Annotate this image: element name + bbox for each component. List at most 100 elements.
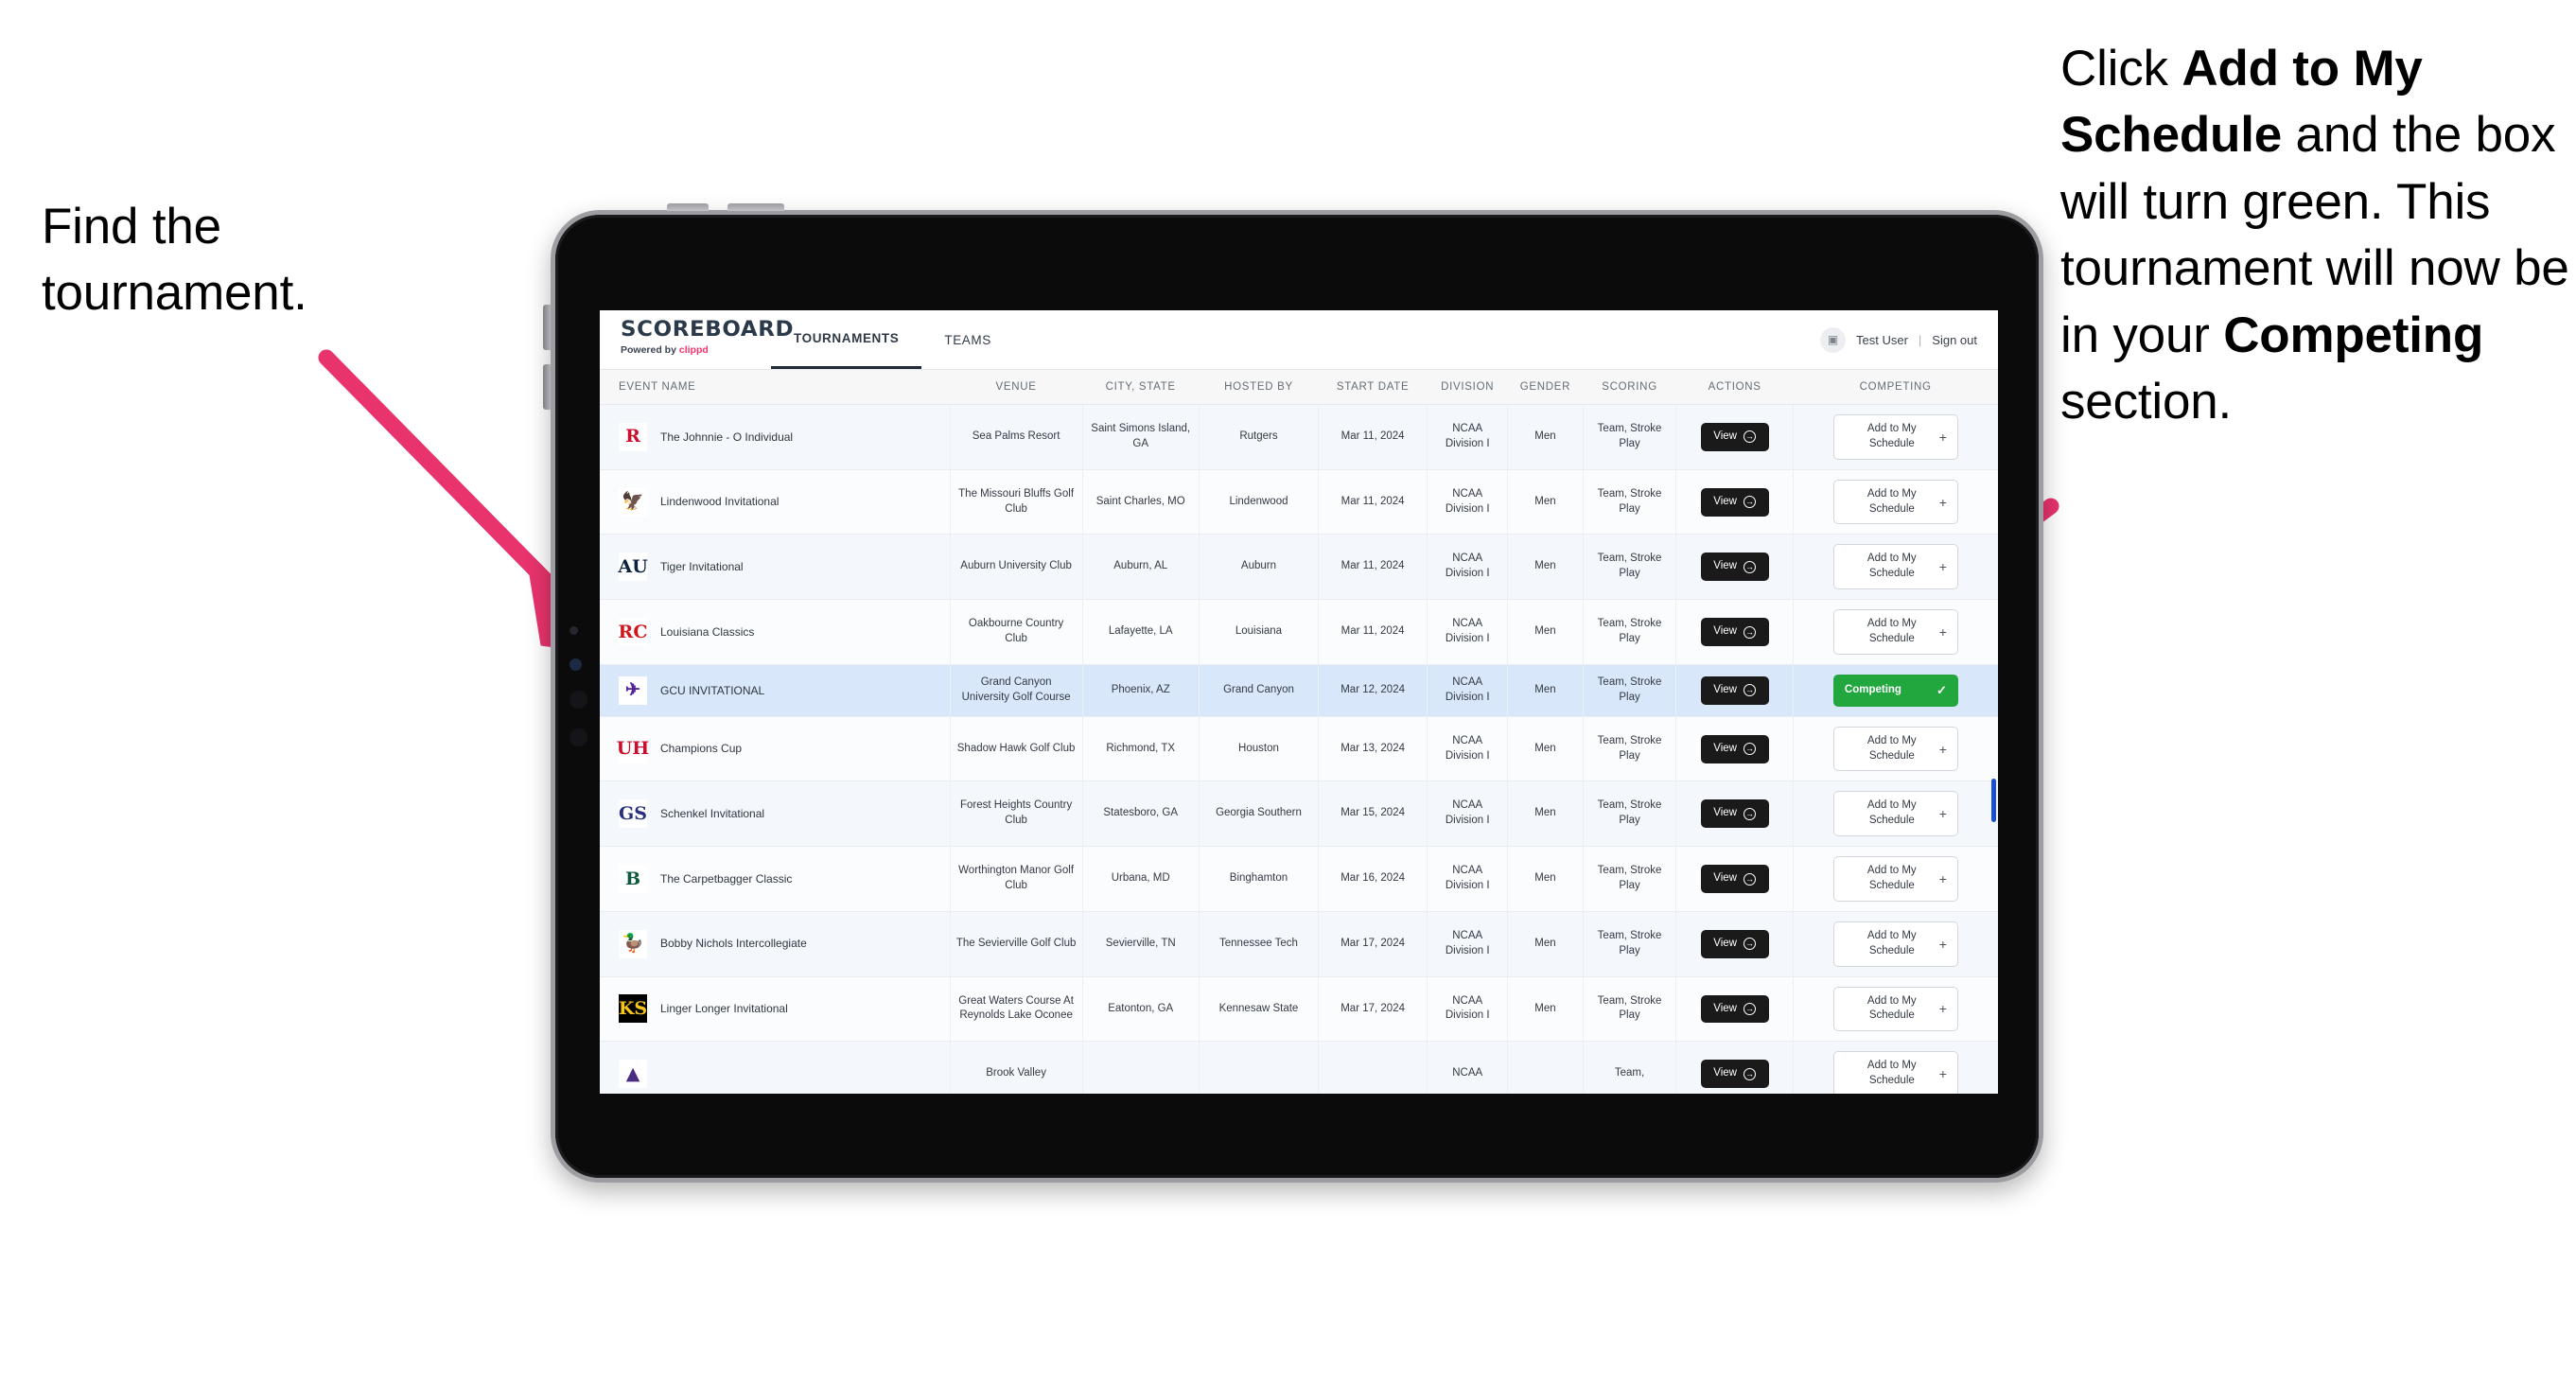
plus-icon: + — [1938, 1001, 1947, 1017]
arrow-right-circle-icon: → — [1743, 1002, 1756, 1015]
col-scoring[interactable]: SCORING — [1583, 370, 1676, 405]
view-button[interactable]: View → — [1700, 553, 1769, 582]
tablet-volume-down-button[interactable] — [543, 364, 551, 410]
table-row[interactable]: GS Schenkel Invitational Forest Heights Co… — [600, 781, 1998, 848]
table-row[interactable]: R The Johnnie - O Individual Sea Palms Res… — [600, 404, 1998, 470]
cell-competing: Add to My Schedule + — [1793, 846, 1998, 912]
view-button-label: View — [1713, 807, 1737, 819]
table-header-row: EVENT NAME VENUE CITY, STATE HOSTED BY S… — [600, 370, 1998, 405]
table-row[interactable]: KS Linger Longer Invitational Great Waters… — [600, 976, 1998, 1043]
cell-scoring: Team, Stroke Play — [1583, 404, 1677, 470]
add-to-my-schedule-label: Add to My Schedule — [1866, 929, 1917, 956]
cell-venue: Auburn University Club — [950, 534, 1083, 601]
cell-event-name: R The Johnnie - O Individual — [600, 404, 951, 470]
cell-start-date: Mar 11, 2024 — [1318, 599, 1428, 665]
add-to-my-schedule-button[interactable]: Add to My Schedule + — [1832, 414, 1958, 460]
table-row[interactable]: ✈ GCU INVITATIONAL Grand Canyon University… — [600, 664, 1998, 717]
col-start-date[interactable]: START DATE — [1318, 370, 1428, 405]
view-button-label: View — [1713, 1002, 1737, 1014]
cell-event-name: B The Carpetbagger Classic — [600, 846, 951, 912]
tournaments-table-container[interactable]: EVENT NAME VENUE CITY, STATE HOSTED BY S… — [600, 370, 1998, 1094]
cell-city-state: Sevierville, TN — [1082, 911, 1200, 977]
cell-actions: View → — [1675, 599, 1794, 665]
cell-venue: Great Waters Course At Reynolds Lake Oco… — [950, 976, 1083, 1043]
cell-division: NCAA Division I — [1427, 599, 1509, 665]
brand-logo[interactable]: SCOREBOARD Powered by clippd — [600, 310, 794, 369]
col-gender[interactable]: GENDER — [1507, 370, 1584, 405]
cell-hosted-by: Tennessee Tech — [1199, 911, 1320, 977]
cell-event-name: GS Schenkel Invitational — [600, 781, 951, 848]
col-division[interactable]: DIVISION — [1427, 370, 1508, 405]
cell-hosted-by: Louisiana — [1199, 599, 1320, 665]
view-button[interactable]: View → — [1700, 618, 1769, 646]
add-to-my-schedule-button[interactable]: Add to My Schedule + — [1832, 856, 1958, 902]
view-button[interactable]: View → — [1700, 734, 1769, 763]
add-to-my-schedule-button[interactable]: Add to My Schedule + — [1832, 726, 1958, 772]
cell-division: NCAA Division I — [1427, 469, 1509, 535]
view-button[interactable]: View → — [1700, 994, 1769, 1024]
add-to-my-schedule-label: Add to My Schedule — [1866, 865, 1917, 892]
view-button[interactable]: View → — [1700, 422, 1769, 451]
sign-out-link[interactable]: Sign out — [1932, 333, 1977, 347]
add-to-my-schedule-button[interactable]: Add to My Schedule + — [1832, 791, 1958, 837]
cell-actions: View → — [1675, 976, 1794, 1043]
competing-badge[interactable]: Competing ✓ — [1832, 674, 1958, 707]
view-button[interactable]: View → — [1700, 865, 1769, 893]
avatar[interactable]: ▣ — [1820, 326, 1846, 353]
col-venue[interactable]: VENUE — [950, 370, 1083, 405]
tab-teams[interactable]: TEAMS — [921, 310, 1014, 369]
table-row[interactable]: 🦅 Lindenwood Invitational The Missouri Blu… — [600, 469, 1998, 535]
plus-icon: + — [1938, 624, 1947, 640]
vertical-scrollbar-thumb[interactable] — [1991, 779, 1996, 822]
view-button-label: View — [1713, 937, 1737, 949]
team-logo-icon: GS — [619, 799, 647, 829]
table-row[interactable]: UH Champions Cup Shadow Hawk Golf Club Rich… — [600, 716, 1998, 782]
team-logo-icon: ✈ — [619, 675, 647, 705]
col-event-name[interactable]: EVENT NAME — [600, 370, 951, 405]
user-name[interactable]: Test User — [1856, 333, 1908, 347]
view-button[interactable]: View → — [1700, 675, 1769, 705]
table-row[interactable]: AU Tiger Invitational Auburn University Cl… — [600, 534, 1998, 601]
col-city-state[interactable]: CITY, STATE — [1082, 370, 1200, 405]
cell-venue: Shadow Hawk Golf Club — [950, 716, 1083, 782]
event-name-label: Louisiana Classics — [660, 624, 755, 639]
col-actions[interactable]: ACTIONS — [1675, 370, 1794, 405]
tablet-camera-icon — [570, 658, 582, 671]
cell-scoring: Team, Stroke Play — [1583, 911, 1677, 977]
tablet-lens-1-icon — [570, 691, 587, 709]
col-hosted-by[interactable]: HOSTED BY — [1199, 370, 1319, 405]
cell-scoring: Team, Stroke Play — [1583, 976, 1677, 1043]
cell-gender: Men — [1507, 846, 1584, 912]
add-to-my-schedule-button[interactable]: Add to My Schedule + — [1832, 544, 1958, 590]
col-competing[interactable]: COMPETING — [1793, 370, 1998, 405]
cell-start-date: Mar 11, 2024 — [1318, 534, 1428, 601]
table-row[interactable]: 🦆 Bobby Nichols Intercollegiate The Sevier… — [600, 911, 1998, 977]
view-button[interactable]: View → — [1700, 799, 1769, 829]
table-row[interactable]: RC Louisiana Classics Oakbourne Country Cl… — [600, 599, 1998, 665]
table-row[interactable]: B The Carpetbagger Classic Worthington Man… — [600, 846, 1998, 912]
cell-gender: Men — [1507, 976, 1584, 1043]
cell-gender: Men — [1507, 716, 1584, 782]
tablet-volume-up-button[interactable] — [543, 305, 551, 350]
table-row[interactable]: ▲ Brook Valley NCAA Team, View → Add to My Sch… — [600, 1041, 1998, 1094]
view-button[interactable]: View → — [1700, 1060, 1769, 1089]
cell-competing: Add to My Schedule + — [1793, 469, 1998, 535]
plus-icon: + — [1938, 806, 1947, 822]
cell-venue: Grand Canyon University Golf Course — [950, 664, 1083, 717]
tablet-button-top-1[interactable] — [667, 203, 709, 211]
add-to-my-schedule-button[interactable]: Add to My Schedule + — [1832, 921, 1958, 967]
cell-division: NCAA Division I — [1427, 404, 1509, 470]
tablet-sensor-icon — [570, 626, 578, 635]
add-to-my-schedule-button[interactable]: Add to My Schedule + — [1832, 986, 1958, 1032]
add-to-my-schedule-button[interactable]: Add to My Schedule + — [1832, 1051, 1958, 1094]
view-button[interactable]: View → — [1700, 487, 1769, 517]
view-button[interactable]: View → — [1700, 929, 1769, 958]
cell-start-date: Mar 16, 2024 — [1318, 846, 1428, 912]
cell-division: NCAA Division I — [1427, 716, 1509, 782]
tablet-button-top-2[interactable] — [727, 203, 784, 211]
cell-city-state — [1082, 1041, 1200, 1094]
arrow-right-circle-icon: → — [1743, 430, 1756, 444]
add-to-my-schedule-button[interactable]: Add to My Schedule + — [1832, 609, 1958, 655]
add-to-my-schedule-label: Add to My Schedule — [1866, 799, 1917, 827]
add-to-my-schedule-button[interactable]: Add to My Schedule + — [1832, 479, 1958, 525]
